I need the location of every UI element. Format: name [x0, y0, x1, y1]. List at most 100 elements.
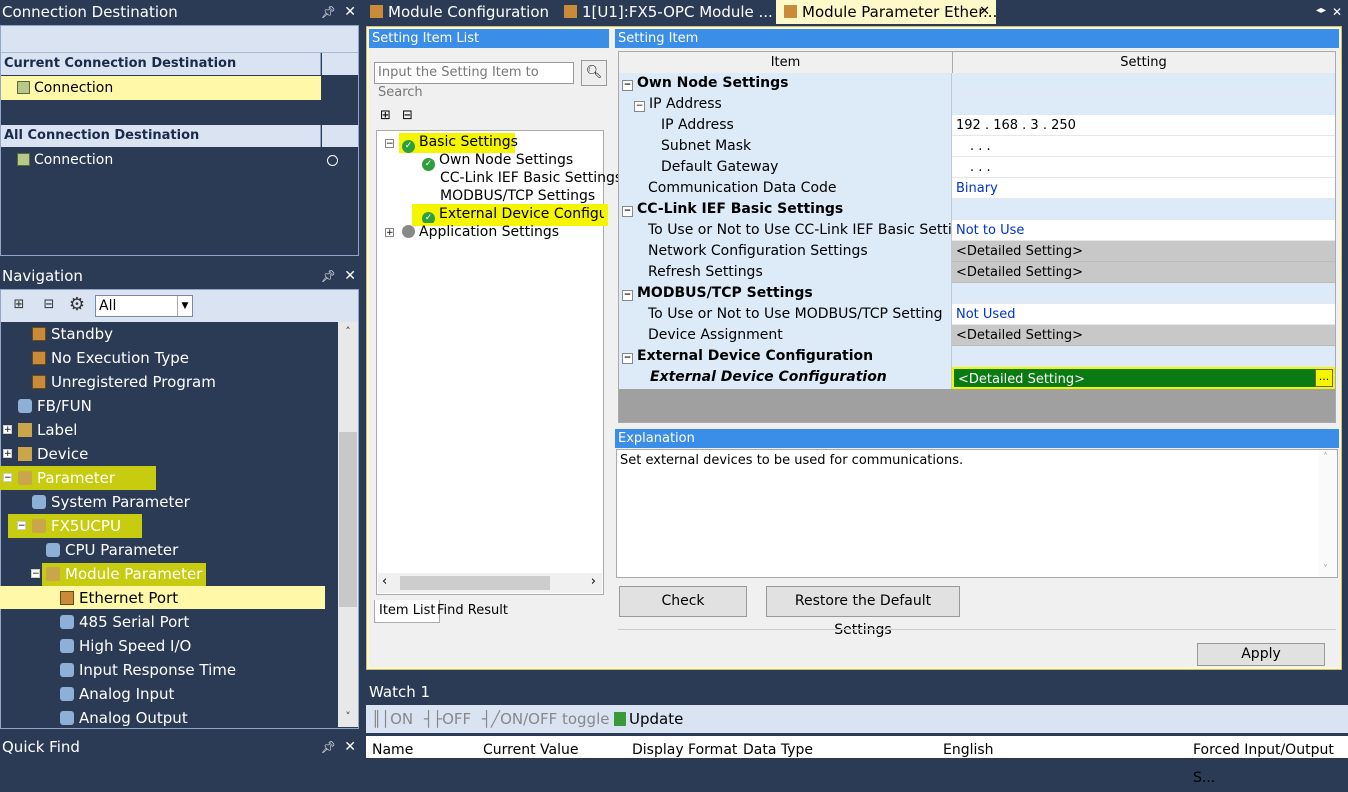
- tab-fx5-opc-module[interactable]: 1[U1]:FX5-OPC Module ...: [556, 0, 773, 24]
- comm-code-value[interactable]: Binary: [952, 178, 1335, 199]
- on-off-toggle-button[interactable]: ┤╱ON/OFF toggle: [482, 705, 609, 733]
- grid-row-own-node[interactable]: − Own Node Settings: [619, 73, 1335, 94]
- tree-own-node-settings[interactable]: ✓ Own Node Settings: [422, 151, 573, 171]
- nav-item-ethernet-port[interactable]: Ethernet Port: [60, 586, 178, 610]
- scroll-right-icon[interactable]: ›: [591, 574, 596, 589]
- column-header[interactable]: Display Format: [632, 736, 737, 764]
- apply-button[interactable]: Apply: [1197, 643, 1325, 666]
- scroll-down-icon[interactable]: ˅: [1323, 564, 1328, 575]
- collapse-icon[interactable]: −: [3, 473, 12, 483]
- collapse-icon[interactable]: −: [622, 206, 633, 217]
- grid-row-cclink-header[interactable]: − CC-Link IEF Basic Settings: [619, 199, 1335, 220]
- collapse-icon[interactable]: −: [622, 80, 633, 91]
- grid-row-cclink-use[interactable]: To Use or Not to Use CC-Link IEF Basic S…: [619, 220, 1335, 241]
- grid-row-ip-address-group[interactable]: − IP Address: [619, 94, 1335, 115]
- grid-row-comm-code[interactable]: Communication Data Code Binary: [619, 178, 1335, 199]
- subnet-mask-value[interactable]: . . .: [952, 136, 1335, 157]
- pin-icon[interactable]: 📌︎: [321, 0, 336, 24]
- nav-item-fb-fun[interactable]: FB/FUN: [18, 394, 92, 418]
- nav-item-fx5ucpu[interactable]: FX5UCPU: [32, 514, 121, 538]
- current-connection-item[interactable]: Connection: [1, 76, 321, 100]
- close-icon[interactable]: ✕: [1332, 0, 1342, 24]
- cclink-use-value[interactable]: Not to Use: [952, 220, 1335, 241]
- close-icon[interactable]: ✕: [344, 264, 356, 288]
- column-header[interactable]: Current Value: [483, 736, 578, 764]
- scroll-up-icon[interactable]: ˄: [1323, 452, 1328, 463]
- grid-row-device-assignment[interactable]: Device Assignment <Detailed Setting>: [619, 325, 1335, 346]
- nav-item-standby[interactable]: Standby: [32, 322, 113, 346]
- expand-icon[interactable]: +: [3, 449, 12, 459]
- navigation-filter-select[interactable]: All ▼: [95, 295, 193, 317]
- column-header[interactable]: Forced Input/Output S...: [1193, 736, 1348, 792]
- chevron-down-icon[interactable]: ▼: [177, 296, 192, 316]
- collapse-icon[interactable]: −: [634, 101, 645, 112]
- ellipsis-button[interactable]: ...: [1315, 369, 1333, 387]
- nav-item-analog-input[interactable]: Analog Input: [60, 682, 174, 706]
- column-header[interactable]: Name: [372, 736, 413, 764]
- collapse-all-icon[interactable]: ⊟: [402, 108, 413, 123]
- column-header[interactable]: English: [943, 736, 994, 764]
- default-gateway-value[interactable]: . . .: [952, 157, 1335, 178]
- on-button[interactable]: ║│ON: [372, 705, 413, 733]
- close-icon[interactable]: ✕: [344, 736, 356, 758]
- tree-external-device-configuration[interactable]: ✓External Device Configurati: [422, 205, 604, 223]
- scrollbar-thumb[interactable]: [339, 432, 357, 607]
- expand-icon[interactable]: +: [3, 425, 12, 435]
- off-button[interactable]: ┤├OFF: [424, 705, 471, 733]
- ip-address-value[interactable]: 192 . 168 . 3 . 250: [952, 115, 1335, 136]
- nav-item-analog-output[interactable]: Analog Output: [60, 706, 188, 730]
- update-button[interactable]: Update: [614, 705, 683, 733]
- tree-horizontal-scrollbar[interactable]: ‹ ›: [378, 573, 602, 593]
- collapse-icon[interactable]: −: [622, 353, 633, 364]
- tree-cclink-ief-basic[interactable]: CC-Link IEF Basic Settings: [440, 169, 622, 187]
- grid-row-modbus-header[interactable]: − MODBUS/TCP Settings: [619, 283, 1335, 304]
- nav-item-cpu-parameter[interactable]: CPU Parameter: [46, 538, 178, 562]
- tab-scroll-icon[interactable]: ◂▸: [1316, 0, 1326, 22]
- expand-tree-icon[interactable]: ⊞: [7, 294, 31, 316]
- grid-row-ext-header[interactable]: − External Device Configuration: [619, 346, 1335, 367]
- collapse-tree-icon[interactable]: ⊟: [37, 294, 61, 316]
- nav-item-unregistered-program[interactable]: Unregistered Program: [32, 370, 216, 394]
- nav-item-device[interactable]: Device: [18, 442, 88, 466]
- grid-row-network-config[interactable]: Network Configuration Settings <Detailed…: [619, 241, 1335, 262]
- collapse-icon[interactable]: −: [17, 521, 26, 531]
- column-header[interactable]: Data Type: [743, 736, 813, 764]
- tree-basic-settings[interactable]: ✓ Basic Settings: [402, 133, 518, 153]
- expand-icon[interactable]: +: [385, 228, 394, 238]
- ext-config-value[interactable]: <Detailed Setting>: [952, 367, 1335, 389]
- scroll-down-icon[interactable]: ˅: [338, 707, 358, 727]
- pin-icon[interactable]: 📌︎: [321, 736, 336, 758]
- grid-row-ip-address[interactable]: IP Address 192 . 168 . 3 . 250: [619, 115, 1335, 136]
- expand-all-icon[interactable]: ⊞: [380, 108, 391, 123]
- explanation-scrollbar[interactable]: ˄ ˅: [1319, 450, 1337, 577]
- close-icon[interactable]: ✕: [344, 0, 356, 24]
- grid-row-ext-config[interactable]: External Device Configuration <Detailed …: [619, 367, 1335, 389]
- nav-item-module-parameter[interactable]: Module Parameter: [46, 562, 202, 586]
- nav-item-input-response-time[interactable]: Input Response Time: [60, 658, 236, 682]
- modbus-use-value[interactable]: Not Used: [952, 304, 1335, 325]
- gear-icon[interactable]: ⚙: [65, 294, 89, 316]
- check-button[interactable]: Check: [619, 586, 747, 617]
- pin-icon[interactable]: 📌︎: [321, 264, 336, 288]
- binoculars-search-icon[interactable]: 🔍︎: [581, 60, 607, 86]
- nav-item-no-execution-type[interactable]: No Execution Type: [32, 346, 189, 370]
- device-assignment-value[interactable]: <Detailed Setting>: [952, 325, 1335, 346]
- grid-row-refresh[interactable]: Refresh Settings <Detailed Setting>: [619, 262, 1335, 283]
- nav-item-label[interactable]: Label: [18, 418, 77, 442]
- network-config-value[interactable]: <Detailed Setting>: [952, 241, 1335, 262]
- tab-module-parameter-ethernet[interactable]: Module Parameter Ether... ✕: [776, 0, 997, 24]
- setting-search-input[interactable]: Input the Setting Item to Search: [374, 62, 574, 100]
- grid-row-default-gateway[interactable]: Default Gateway . . .: [619, 157, 1335, 178]
- collapse-icon[interactable]: −: [31, 569, 40, 579]
- all-connection-item[interactable]: Connection: [1, 148, 321, 172]
- grid-row-modbus-use[interactable]: To Use or Not to Use MODBUS/TCP Setting …: [619, 304, 1335, 325]
- grid-row-subnet-mask[interactable]: Subnet Mask . . .: [619, 136, 1335, 157]
- scrollbar-thumb[interactable]: [400, 576, 550, 590]
- nav-item-system-parameter[interactable]: System Parameter: [32, 490, 190, 514]
- tab-item-list[interactable]: Item List: [374, 600, 441, 623]
- scroll-up-icon[interactable]: ˄: [338, 322, 358, 342]
- tab-module-configuration[interactable]: Module Configuration: [362, 0, 554, 24]
- nav-item-parameter[interactable]: Parameter: [18, 466, 115, 490]
- collapse-icon[interactable]: −: [385, 139, 394, 149]
- nav-item-high-speed-io[interactable]: High Speed I/O: [60, 634, 191, 658]
